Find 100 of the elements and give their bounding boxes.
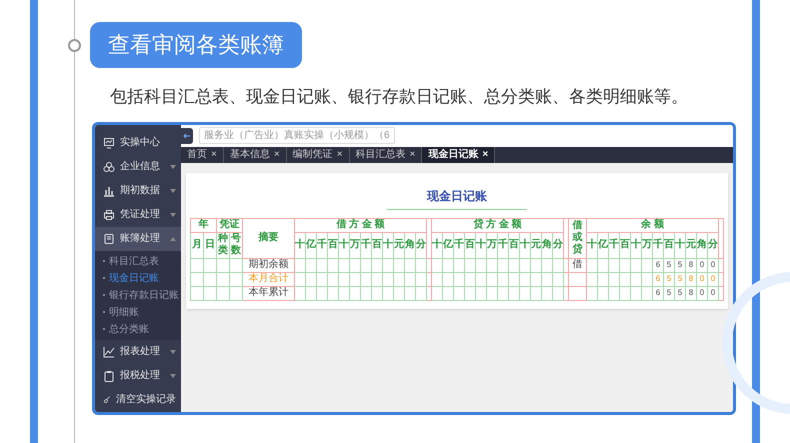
- table-cell: [216, 258, 230, 272]
- section-title: 查看审阅各类账簿: [90, 22, 302, 68]
- summary-cell: 本月合计: [242, 272, 294, 286]
- column-header: 千: [316, 232, 328, 258]
- sidebar-subitem[interactable]: 科目汇总表: [95, 252, 181, 270]
- digit-cell: 0: [708, 272, 718, 286]
- description-text: 包括科目汇总表、现金日记账、银行存款日记账、总分类账、各类明细账等。: [109, 86, 689, 108]
- collapse-button[interactable]: [181, 128, 193, 144]
- close-icon[interactable]: ×: [211, 147, 217, 162]
- column-header: 十: [520, 232, 530, 258]
- table-cell: [316, 272, 328, 286]
- table-cell: [216, 272, 230, 286]
- table-cell: [372, 272, 382, 286]
- table-cell: [382, 258, 394, 272]
- column-header: 十: [586, 232, 598, 258]
- column-header: 千: [454, 232, 464, 258]
- table-cell: [486, 258, 498, 272]
- sidebar-item[interactable]: 报表处理: [95, 340, 181, 364]
- sidebar-item[interactable]: 报税处理: [95, 364, 181, 388]
- sidebar-item[interactable]: 凭证处理: [95, 202, 181, 226]
- table-cell: [508, 272, 520, 286]
- sidebar-item[interactable]: 账簿处理: [95, 226, 181, 250]
- sidebar-subitem[interactable]: 现金日记账: [95, 270, 181, 286]
- sidebar-subitem[interactable]: 明细账: [95, 304, 181, 320]
- sidebar-subitem[interactable]: 银行存款日记账: [95, 286, 181, 304]
- table-cell: [294, 258, 306, 272]
- tab[interactable]: 编制凭证 ×: [286, 146, 350, 162]
- table-cell: [630, 286, 642, 300]
- tab[interactable]: 现金日记账 ×: [422, 146, 496, 162]
- sidebar-item[interactable]: 企业信息: [95, 154, 181, 178]
- table-cell: [620, 258, 630, 272]
- digit-cell: 8: [686, 272, 696, 286]
- table-cell: [598, 272, 608, 286]
- column-header: 十: [630, 232, 642, 258]
- close-icon[interactable]: ×: [410, 147, 416, 162]
- subitem-label: 明细账: [109, 306, 139, 320]
- sidebar-item[interactable]: 实操中心: [95, 130, 181, 154]
- sidebar-item[interactable]: 清空实操记录: [95, 388, 181, 412]
- sidebar-label: 实操中心: [120, 136, 161, 150]
- column-header: 角: [404, 232, 416, 258]
- column-header: 万: [486, 232, 498, 258]
- table-cell: [552, 258, 564, 272]
- digit-cell: 5: [664, 258, 674, 272]
- table-cell: [230, 272, 242, 286]
- close-icon[interactable]: ×: [336, 147, 343, 162]
- table-cell: [642, 258, 652, 272]
- table-cell: [432, 286, 442, 300]
- tab-label: 编制凭证: [292, 148, 333, 162]
- digit-cell: 5: [664, 286, 674, 300]
- table-cell: [442, 258, 454, 272]
- table-cell: [542, 258, 552, 272]
- summary-cell: 期初余额: [242, 258, 294, 272]
- close-icon[interactable]: ×: [274, 147, 280, 162]
- table-cell: [328, 258, 338, 272]
- tab[interactable]: 基本信息 ×: [224, 146, 287, 162]
- column-header: 借或贷: [568, 218, 586, 258]
- table-cell: [338, 258, 350, 272]
- broom-icon: [103, 394, 111, 406]
- table-cell: [464, 286, 476, 300]
- sidebar-subitem[interactable]: 总分类账: [95, 320, 181, 338]
- table-cell: [316, 258, 328, 272]
- table-cell: [230, 258, 242, 272]
- table-cell: [508, 258, 520, 272]
- table-cell: [608, 272, 620, 286]
- column-header: 亿: [306, 232, 316, 258]
- caret-icon: [170, 164, 176, 168]
- table-cell: [530, 286, 542, 300]
- sidebar-item[interactable]: 期初数据: [95, 178, 181, 202]
- table-cell: [454, 286, 464, 300]
- table-cell: [498, 272, 508, 286]
- table-cell: [552, 272, 564, 286]
- sidebar-label: 账簿处理: [120, 232, 161, 246]
- close-icon[interactable]: ×: [482, 147, 488, 162]
- table-cell: [204, 272, 216, 286]
- caret-icon: [170, 236, 176, 240]
- table-cell: [294, 272, 306, 286]
- digit-cell: 0: [696, 258, 708, 272]
- tab-label: 基本信息: [230, 148, 270, 162]
- table-cell: [382, 272, 394, 286]
- column-header: 百: [328, 232, 338, 258]
- table-cell: [608, 286, 620, 300]
- digit-cell: 0: [696, 286, 708, 300]
- book-icon: [103, 232, 115, 244]
- table-cell: [382, 286, 394, 300]
- table-cell: [486, 286, 498, 300]
- subitem-label: 现金日记账: [109, 272, 159, 286]
- table-cell: [630, 272, 642, 286]
- table-cell: [404, 272, 416, 286]
- table-cell: [372, 286, 382, 300]
- table-cell: [542, 286, 552, 300]
- table-cell: [350, 258, 360, 272]
- table-cell: [454, 272, 464, 286]
- table-cell: [350, 272, 360, 286]
- bar-chart-icon: [103, 184, 115, 196]
- tab[interactable]: 首页 ×: [181, 146, 224, 162]
- table-cell: [294, 286, 306, 300]
- column-header: 十: [674, 232, 686, 258]
- table-cell: [204, 258, 216, 272]
- line-chart-icon: [103, 346, 115, 358]
- column-header: 百: [620, 232, 630, 258]
